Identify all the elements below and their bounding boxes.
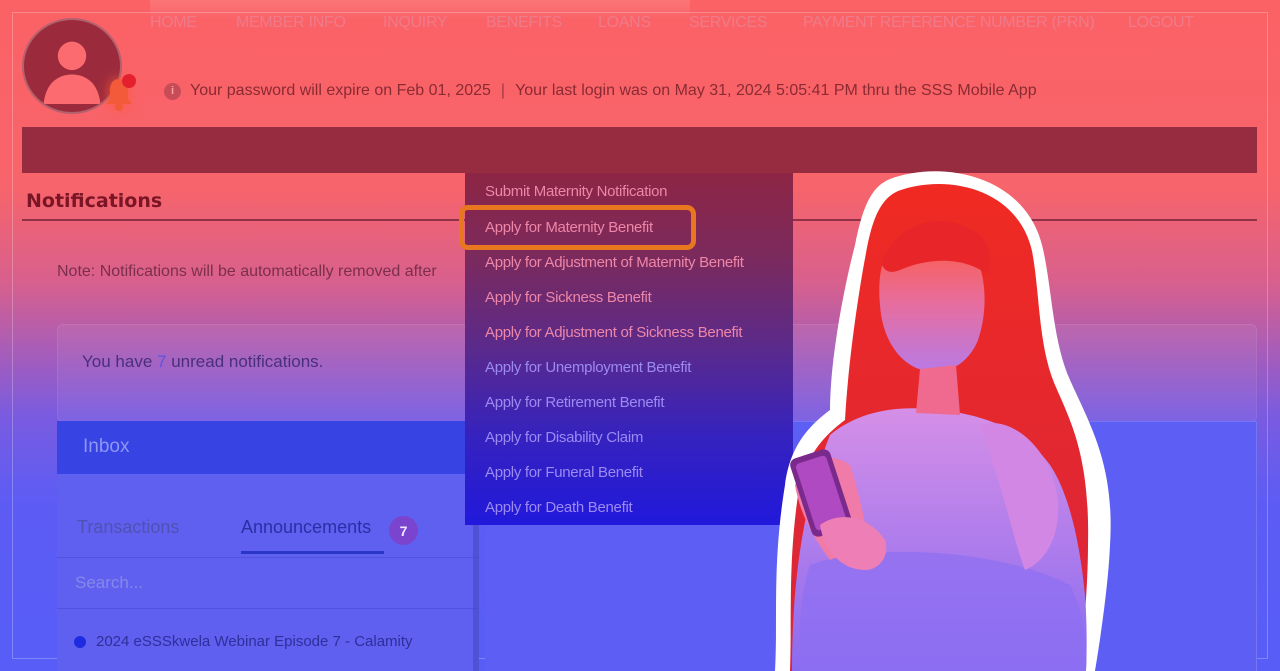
nav-services[interactable]: SERVICES xyxy=(689,0,768,46)
search-divider xyxy=(57,608,479,609)
page-title: Notifications xyxy=(26,190,163,212)
list-item[interactable]: 2024 eSSSkwela Webinar Episode 7 - Calam… xyxy=(96,633,413,650)
nav-member-info[interactable]: MEMBER INFO xyxy=(236,0,346,46)
tab-announcements[interactable]: Announcements xyxy=(241,517,371,538)
unread-dot xyxy=(74,636,86,648)
nav-loans[interactable]: LOANS xyxy=(598,0,651,46)
menu-adjustment-maternity-benefit[interactable]: Apply for Adjustment of Maternity Benefi… xyxy=(485,254,744,271)
menu-disability-claim[interactable]: Apply for Disability Claim xyxy=(485,429,643,446)
session-info: i Your password will expire on Feb 01, 2… xyxy=(164,80,1037,102)
menu-funeral-benefit[interactable]: Apply for Funeral Benefit xyxy=(485,464,643,481)
unread-prefix: You have xyxy=(82,352,153,371)
menu-adjustment-sickness-benefit[interactable]: Apply for Adjustment of Sickness Benefit xyxy=(485,324,743,341)
tab-transactions[interactable]: Transactions xyxy=(77,517,179,538)
menu-retirement-benefit[interactable]: Apply for Retirement Benefit xyxy=(485,394,665,411)
info-icon: i xyxy=(164,82,181,100)
menu-submit-maternity-notification[interactable]: Submit Maternity Notification xyxy=(485,183,668,200)
highlight-box xyxy=(459,205,696,250)
separator: | xyxy=(500,82,506,99)
unread-count[interactable]: 7 xyxy=(157,352,166,371)
unread-suffix: unread notifications. xyxy=(171,352,324,371)
nav-prn[interactable]: PAYMENT REFERENCE NUMBER (PRN) xyxy=(803,0,1095,46)
active-tab-indicator xyxy=(241,551,384,554)
nav-inquiry[interactable]: INQUIRY xyxy=(383,0,448,46)
notifications-note: Note: Notifications will be automaticall… xyxy=(57,263,437,280)
pregnant-woman-photo xyxy=(775,171,1111,671)
inbox-title: Inbox xyxy=(83,436,130,457)
last-login: Your last login was on May 31, 2024 5:05… xyxy=(515,82,1037,99)
unread-summary: You have 7 unread notifications. xyxy=(82,352,323,372)
user-avatar-icon xyxy=(43,41,101,104)
nav-benefits[interactable]: BENEFITS xyxy=(486,0,562,46)
menu-sickness-benefit[interactable]: Apply for Sickness Benefit xyxy=(485,289,652,306)
menu-unemployment-benefit[interactable]: Apply for Unemployment Benefit xyxy=(485,359,691,376)
nav-logout[interactable]: LOGOUT xyxy=(1128,0,1194,46)
nav-home[interactable]: HOME xyxy=(150,0,197,46)
search-input[interactable] xyxy=(57,558,479,608)
announcements-count-badge: 7 xyxy=(389,516,418,545)
bell-badge xyxy=(122,74,136,88)
menu-death-benefit[interactable]: Apply for Death Benefit xyxy=(485,499,633,516)
password-notice: Your password will expire on Feb 01, 202… xyxy=(190,82,491,99)
